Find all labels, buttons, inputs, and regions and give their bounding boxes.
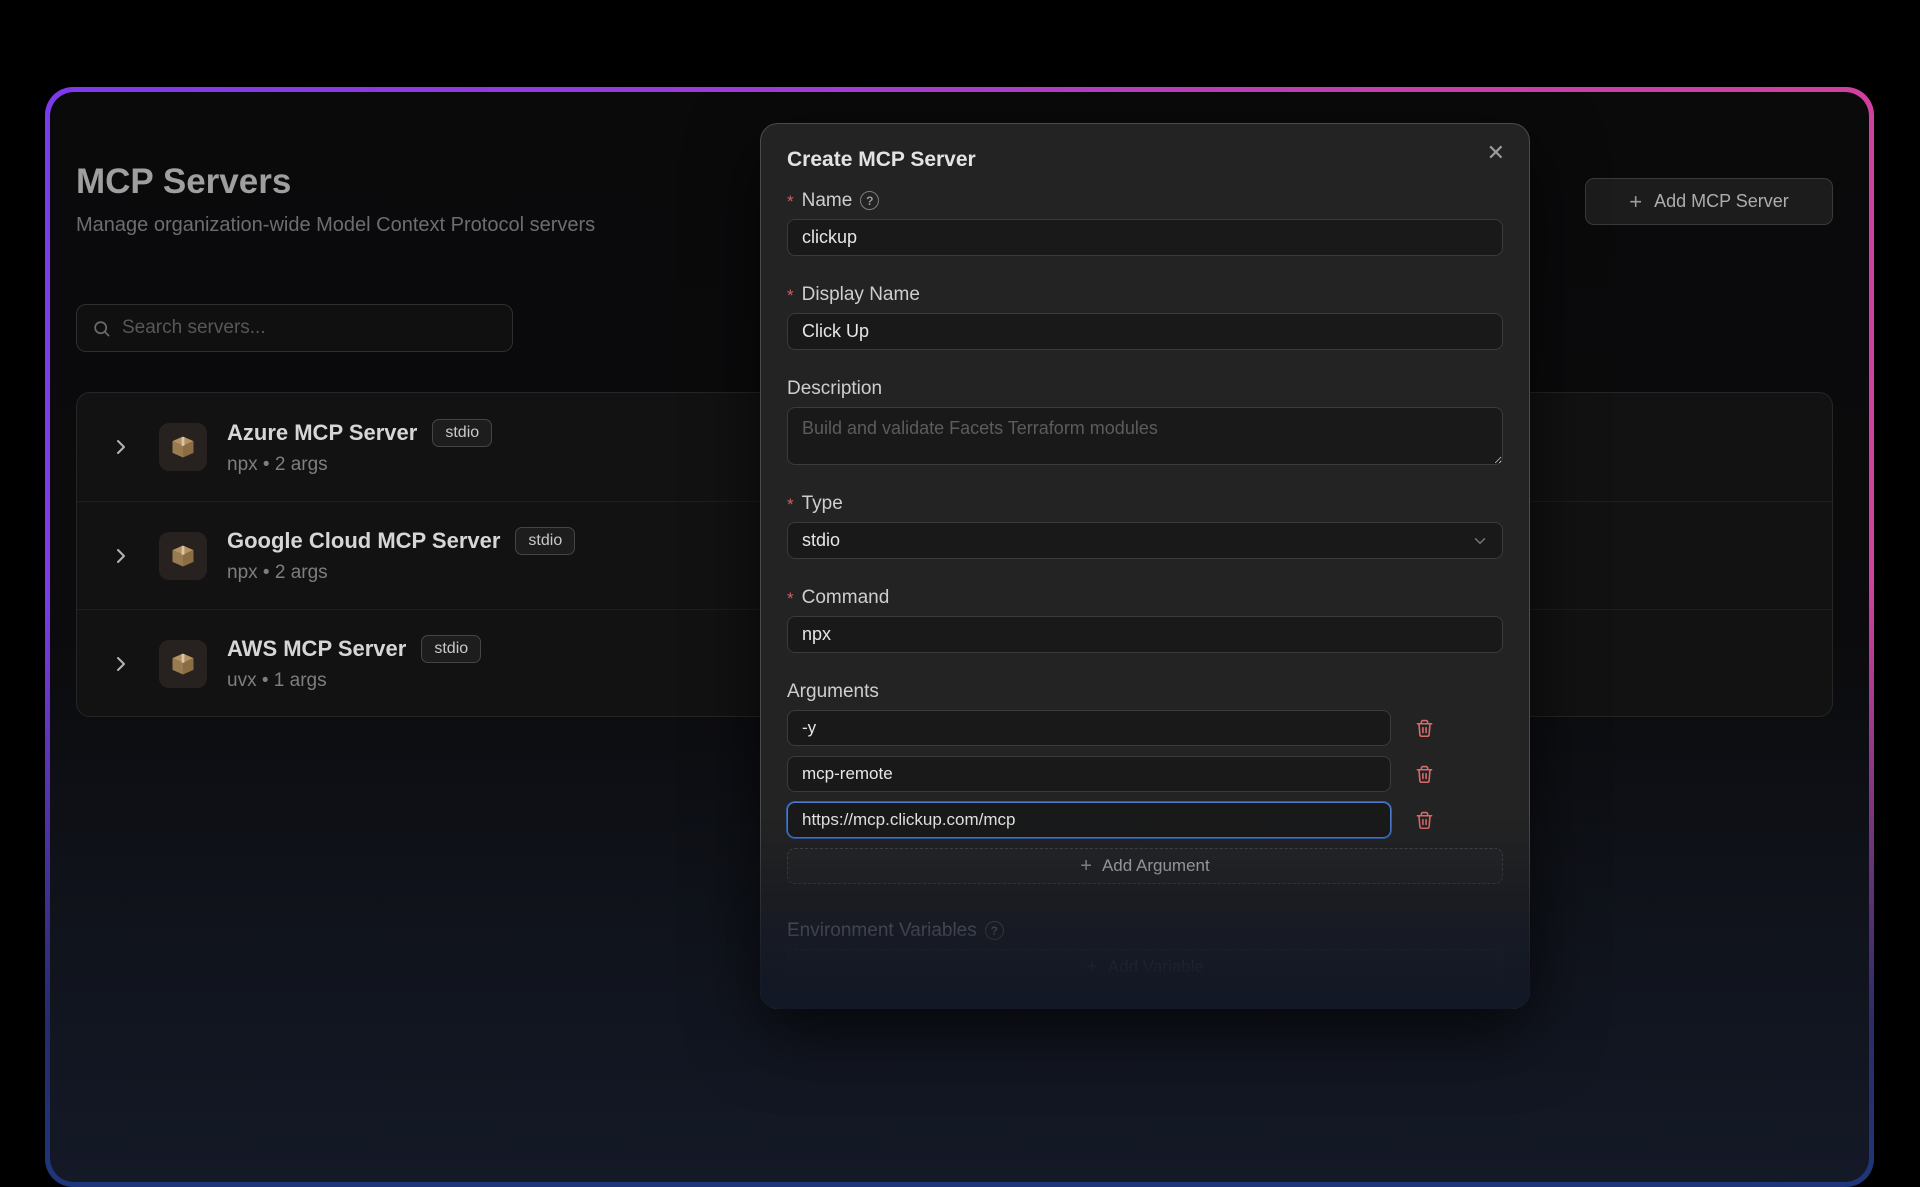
command-label: Command — [802, 587, 890, 609]
environment-variables-section: Environment Variables ? + Add Variable — [787, 920, 1503, 985]
server-name: Google Cloud MCP Server — [227, 528, 500, 554]
display-name-label: Display Name — [802, 284, 920, 306]
add-variable-button[interactable]: + Add Variable — [787, 949, 1503, 985]
argument-row — [787, 710, 1503, 746]
page-title: MCP Servers — [76, 162, 291, 202]
chevron-right-icon[interactable] — [109, 544, 133, 568]
transport-badge: stdio — [421, 635, 481, 663]
server-name: Azure MCP Server — [227, 420, 417, 446]
description-textarea[interactable] — [787, 407, 1503, 465]
close-icon[interactable]: ✕ — [1487, 142, 1505, 164]
description-label: Description — [787, 378, 882, 400]
required-marker: * — [787, 587, 794, 611]
environment-variables-label: Environment Variables — [787, 920, 977, 942]
trash-icon[interactable] — [1415, 718, 1434, 739]
trash-icon[interactable] — [1415, 764, 1434, 785]
package-icon — [159, 423, 207, 471]
plus-icon: + — [1080, 856, 1092, 876]
command-field: * Command — [787, 587, 1503, 653]
type-field: * Type stdio — [787, 493, 1503, 559]
help-icon[interactable]: ? — [860, 191, 879, 210]
server-name: AWS MCP Server — [227, 636, 406, 662]
required-marker: * — [787, 284, 794, 308]
dialog-title: Create MCP Server — [787, 148, 1503, 172]
plus-icon: + — [1086, 957, 1098, 977]
trash-icon[interactable] — [1415, 810, 1434, 831]
server-meta: uvx • 1 args — [227, 670, 481, 692]
argument-input-focused[interactable] — [787, 802, 1391, 838]
help-icon[interactable]: ? — [985, 921, 1004, 940]
type-label: Type — [802, 493, 843, 515]
chevron-right-icon[interactable] — [109, 652, 133, 676]
argument-input[interactable] — [787, 756, 1391, 792]
argument-row — [787, 756, 1503, 792]
description-field: Description — [787, 378, 1503, 465]
arguments-label: Arguments — [787, 681, 879, 703]
add-variable-label: Add Variable — [1108, 957, 1204, 977]
name-input[interactable] — [787, 219, 1503, 256]
server-meta: npx • 2 args — [227, 562, 575, 584]
search-box[interactable] — [76, 304, 513, 352]
add-argument-button[interactable]: + Add Argument — [787, 848, 1503, 884]
page-canvas: MCP Servers Manage organization-wide Mod… — [50, 92, 1869, 1182]
arguments-section: Arguments — [787, 681, 1503, 884]
display-name-field: * Display Name — [787, 284, 1503, 350]
transport-badge: stdio — [432, 419, 492, 447]
type-selected-value: stdio — [802, 530, 840, 551]
server-meta: npx • 2 args — [227, 454, 492, 476]
chevron-right-icon[interactable] — [109, 435, 133, 459]
add-argument-label: Add Argument — [1102, 856, 1210, 876]
add-mcp-server-button[interactable]: + Add MCP Server — [1585, 178, 1833, 225]
gradient-frame: MCP Servers Manage organization-wide Mod… — [45, 87, 1874, 1187]
name-field: * Name ? — [787, 190, 1503, 256]
argument-input[interactable] — [787, 710, 1391, 746]
search-icon — [92, 319, 111, 338]
chevron-down-icon — [1471, 532, 1489, 550]
command-input[interactable] — [787, 616, 1503, 653]
search-input[interactable] — [122, 317, 497, 339]
transport-badge: stdio — [515, 527, 575, 555]
type-select[interactable]: stdio — [787, 522, 1503, 559]
name-label: Name — [802, 190, 853, 212]
argument-row — [787, 802, 1503, 838]
required-marker: * — [787, 190, 794, 214]
page-subtitle: Manage organization-wide Model Context P… — [76, 214, 595, 237]
add-mcp-server-label: Add MCP Server — [1654, 191, 1789, 212]
package-icon — [159, 640, 207, 688]
plus-icon: + — [1629, 191, 1642, 213]
display-name-input[interactable] — [787, 313, 1503, 350]
package-icon — [159, 532, 207, 580]
required-marker: * — [787, 493, 794, 517]
create-mcp-server-dialog: Create MCP Server ✕ * Name ? * Display N… — [760, 123, 1530, 1009]
